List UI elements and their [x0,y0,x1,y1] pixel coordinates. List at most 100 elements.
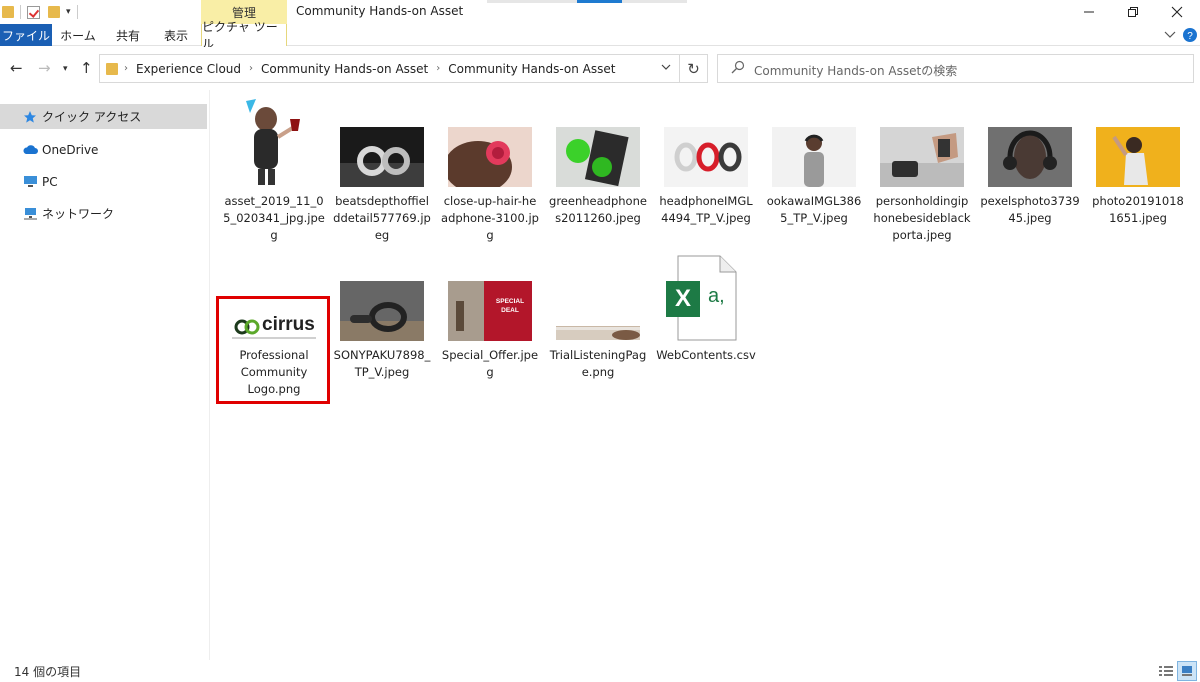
file-thumbnail [1096,127,1180,187]
quick-access-toolbar: ▾ [0,3,78,21]
svg-text:?: ? [1187,31,1193,42]
thumbnail-text: SPECIAL DEAL [495,298,525,314]
large-icons-view-button[interactable] [1177,661,1197,681]
file-thumbnail [340,127,424,187]
window-title: Community Hands-on Asset [296,4,464,18]
tab-home[interactable]: ホーム [56,24,100,46]
sidebar-item-network[interactable]: ネットワーク [0,201,207,226]
file-item[interactable]: TrialListeningPag e.png [544,281,652,401]
address-dropdown-icon[interactable] [661,61,671,74]
details-view-icon [1159,666,1173,676]
help-button[interactable]: ? [1180,24,1200,46]
sidebar-item-label: ネットワーク [42,207,115,221]
file-item[interactable]: photo20191018 1651.jpeg [1084,98,1192,248]
file-name: TrialListeningPag e.png [549,348,647,379]
file-name: pexelsphoto3739 45.jpeg [980,194,1080,225]
customize-toolbar-dropdown-icon[interactable]: ▾ [66,7,71,17]
file-name: ookawaIMGL386 5_TP_V.jpeg [766,194,862,225]
ribbon: ファイル ホーム 共有 表示 ピクチャ ツール ? [0,20,1200,51]
file-thumbnail [232,99,316,187]
breadcrumb-item[interactable]: Community Hands-on Asset [261,62,428,76]
file-thumbnail [556,127,640,187]
sidebar-item-quick-access[interactable]: クイック アクセス [0,104,207,129]
sidebar-item-label: OneDrive [42,142,99,157]
tab-file[interactable]: ファイル [0,24,52,46]
file-name: asset_2019_11_0 5_020341_jpg.jpe g [223,194,325,242]
file-item[interactable]: beatsdepthoffiel ddetail577769.jp eg [328,98,436,248]
tab-share[interactable]: 共有 [106,24,150,46]
close-button[interactable] [1155,0,1199,24]
breadcrumb-separator-icon[interactable]: › [436,63,440,74]
excel-sub-text: a, [708,285,725,307]
file-thumbnail [988,127,1072,187]
breadcrumb: › Experience Cloud › Community Hands-on … [124,55,615,82]
up-arrow-icon[interactable]: ↑ [80,59,93,77]
back-arrow-icon[interactable]: ← [10,59,23,77]
file-item[interactable]: headphoneIMGL 4494_TP_V.jpeg [652,98,760,248]
file-thumbnail: SPECIAL DEAL [448,281,532,341]
forward-arrow-icon[interactable]: → [38,59,51,77]
file-item[interactable]: pexelsphoto3739 45.jpeg [976,98,1084,248]
refresh-button[interactable]: ↻ [680,54,708,83]
file-name: close-up-hair-he adphone-3100.jp g [441,194,539,242]
properties-icon[interactable] [27,5,40,19]
file-item[interactable]: personholdingip honebesideblack porta.jpeg [868,98,976,248]
file-thumbnail [772,127,856,187]
new-folder-icon[interactable] [48,6,60,18]
file-name: beatsdepthoffiel ddetail577769.jp eg [333,194,431,242]
navigation-pane: クイック アクセス OneDrive PC ネットワーク [0,90,210,660]
status-bar: 14 個の項目 [0,660,1200,682]
title-progress-strip [487,0,687,3]
separator [76,5,78,19]
folder-icon [2,6,14,18]
title-bar: ▾ 管理 Community Hands-on Asset [0,0,1200,24]
file-name: personholdingip honebesideblack porta.jpeg [873,194,971,242]
file-item[interactable]: ookawaIMGL386 5_TP_V.jpeg [760,98,868,248]
sidebar-item-label: クイック アクセス [42,110,142,124]
minimize-icon [1084,11,1094,13]
file-item[interactable]: greenheadphone s2011260.jpeg [544,98,652,248]
recent-locations-chevron-icon[interactable]: ▾ [63,64,68,74]
expand-ribbon-button[interactable] [1160,24,1180,46]
file-item[interactable]: SPECIAL DEAL Special_Offer.jpe g [436,281,544,401]
file-thumbnail [664,127,748,187]
breadcrumb-item[interactable]: Experience Cloud [136,62,241,76]
file-name: headphoneIMGL 4494_TP_V.jpeg [659,194,753,225]
file-name: SONYPAKU7898_ TP_V.jpeg [333,348,431,379]
address-bar[interactable]: › Experience Cloud › Community Hands-on … [99,54,680,83]
star-icon [22,110,38,124]
close-icon [1171,6,1183,18]
file-item[interactable]: asset_2019_11_0 5_020341_jpg.jpe g [220,98,328,248]
sidebar-item-label: PC [42,174,58,189]
cloud-icon [22,143,38,157]
file-thumbnail [340,281,424,341]
restore-button[interactable] [1111,0,1155,24]
highlight-box [216,296,330,404]
file-name: WebContents.csv [656,348,756,362]
chevron-down-icon [1164,31,1176,38]
breadcrumb-separator-icon[interactable]: › [124,63,128,74]
network-icon [22,207,38,221]
file-thumbnail [448,127,532,187]
tab-picture-tools[interactable]: ピクチャ ツール [201,20,287,51]
file-item[interactable]: close-up-hair-he adphone-3100.jp g [436,98,544,248]
tab-view[interactable]: 表示 [154,24,198,46]
excel-letter: X [674,285,691,312]
sidebar-item-pc[interactable]: PC [0,169,207,194]
refresh-icon: ↻ [687,59,700,78]
excel-file-icon: X a, [664,255,738,341]
search-box[interactable]: Community Hands-on Assetの検索 [717,54,1194,83]
sidebar-item-onedrive[interactable]: OneDrive [0,137,207,162]
breadcrumb-item[interactable]: Community Hands-on Asset [448,62,615,76]
file-name: greenheadphone s2011260.jpeg [549,194,647,225]
breadcrumb-separator-icon[interactable]: › [249,63,253,74]
file-name: photo20191018 1651.jpeg [1092,194,1184,225]
file-name: Special_Offer.jpe g [441,348,539,379]
details-view-button[interactable] [1156,661,1176,681]
file-item[interactable]: X a, WebContents.csv [652,253,760,373]
file-thumbnail [556,326,640,340]
file-item[interactable]: SONYPAKU7898_ TP_V.jpeg [328,281,436,401]
folder-icon [106,63,118,75]
file-thumbnail [880,127,964,187]
minimize-button[interactable] [1067,0,1111,24]
